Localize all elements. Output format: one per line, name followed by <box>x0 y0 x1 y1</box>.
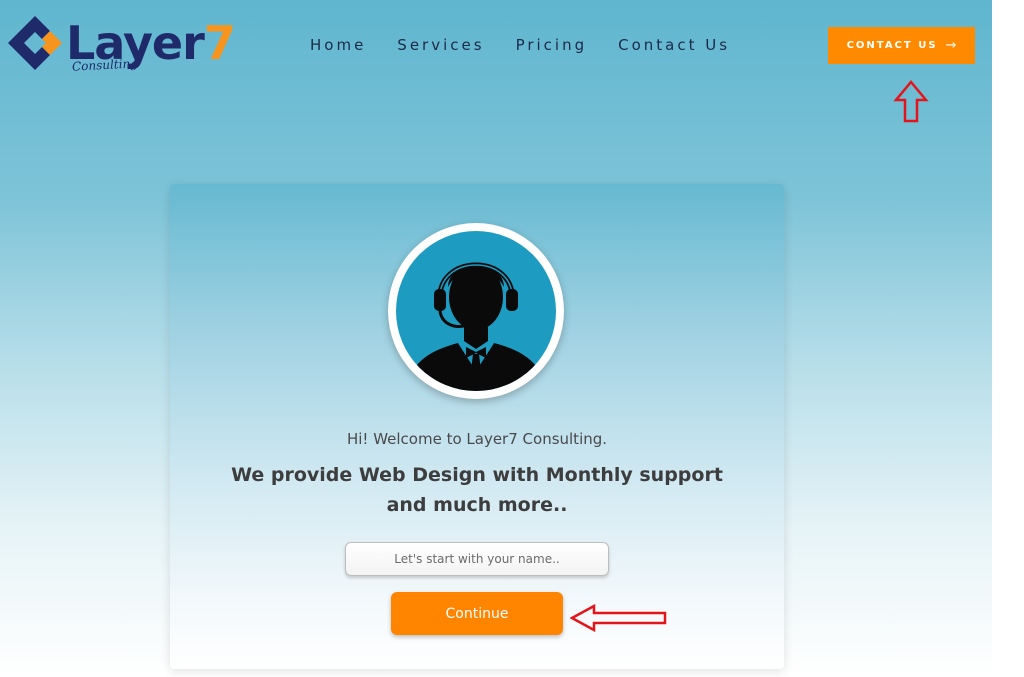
continue-button[interactable]: Continue <box>391 592 563 635</box>
nav-item-contact-us[interactable]: Contact Us <box>618 36 730 54</box>
page-background: Layer7 Consulting Home Services Pricing … <box>0 0 992 677</box>
brand-logo[interactable]: Layer7 Consulting <box>6 12 236 82</box>
name-input[interactable] <box>345 542 609 576</box>
contact-us-button[interactable]: CONTACT US → <box>828 27 975 64</box>
contact-us-button-label: CONTACT US <box>846 40 938 51</box>
up-arrow-icon <box>893 80 929 123</box>
welcome-text: Hi! Welcome to Layer7 Consulting. <box>346 430 608 448</box>
headline: We provide Web Design with Monthly suppo… <box>231 464 723 516</box>
arrow-right-icon: → <box>945 38 957 53</box>
nav-item-home[interactable]: Home <box>310 36 366 54</box>
logo-tagline: Consulting <box>71 56 139 74</box>
left-arrow-icon <box>570 604 667 632</box>
nav-item-pricing[interactable]: Pricing <box>516 36 588 54</box>
logo-diamond-icon <box>8 16 62 70</box>
nav-item-services[interactable]: Services <box>397 36 484 54</box>
main-nav: Home Services Pricing Contact Us <box>310 36 761 54</box>
welcome-card: Hi! Welcome to Layer7 Consulting. We pro… <box>170 184 784 669</box>
support-agent-headset-icon <box>396 231 556 391</box>
avatar <box>388 223 564 399</box>
logo-name-suffix: 7 <box>203 16 236 70</box>
right-margin <box>992 0 1024 677</box>
